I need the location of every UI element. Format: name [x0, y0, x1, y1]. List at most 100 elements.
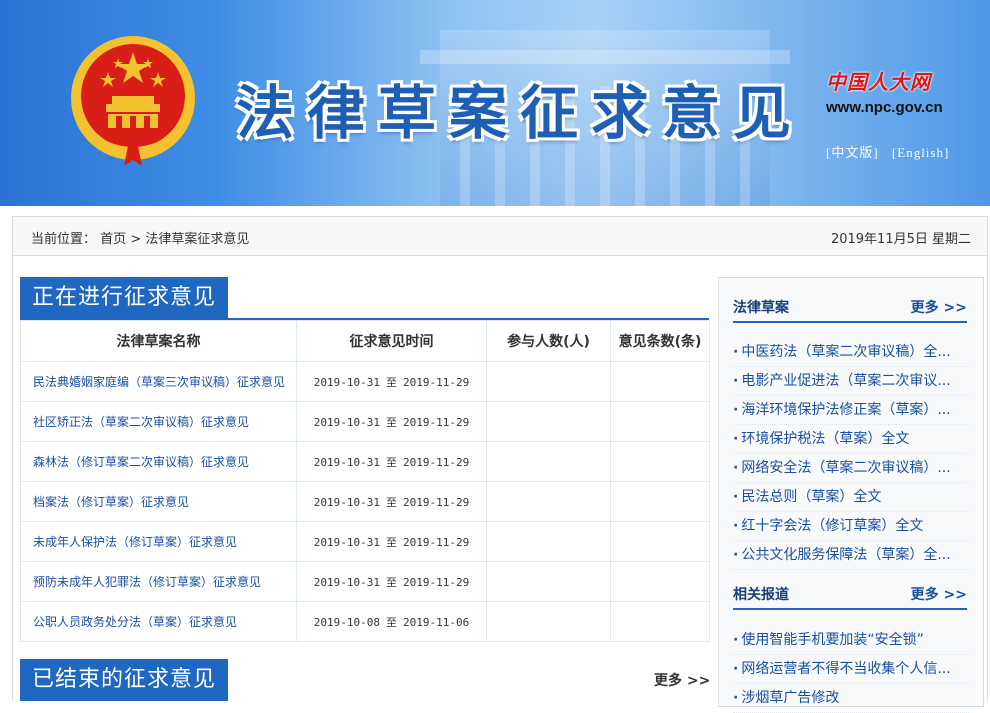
npc-logo[interactable]: 中国人大网 www.npc.gov.cn [826, 66, 966, 116]
current-date: 2019年11月5日 星期二 [830, 232, 971, 247]
end-date: 2019-11-29 [403, 455, 470, 469]
ongoing-drafts-table: 法律草案名称 征求意见时间 参与人数(人) 意见条数(条) 民法典婚姻家庭编（草… [20, 320, 710, 642]
comment-period: 2019-10-31 至 2019-11-29 [296, 361, 487, 402]
to-label: 至 [386, 535, 397, 549]
start-date: 2019-10-31 [313, 495, 380, 509]
ongoing-section-title: 正在进行征求意见 [20, 277, 229, 319]
npc-logo-text: 中国人大网 [826, 70, 931, 94]
table-row: 民法典婚姻家庭编（草案三次审议稿）征求意见 2019-10-31 至 2019-11… [20, 361, 710, 402]
breadcrumb-current: 法律草案征求意见 [145, 232, 250, 247]
end-date: 2019-11-06 [403, 615, 470, 629]
participants-cell [486, 481, 611, 522]
start-date: 2019-10-31 [313, 535, 380, 549]
ended-section-title: 已结束的征求意见 [20, 659, 229, 701]
comment-period: 2019-10-31 至 2019-11-29 [296, 401, 487, 442]
sidebar: 法律草案 更多 >> 中医药法（草案二次审议稿）全... 电影产业促进法（草案二… [718, 277, 984, 713]
comment-period: 2019-10-31 至 2019-11-29 [296, 561, 487, 602]
to-label: 至 [386, 375, 397, 389]
page-banner-title: 法律草案征求意见 [236, 79, 805, 147]
table-header-row: 法律草案名称 征求意见时间 参与人数(人) 意见条数(条) [20, 320, 710, 362]
list-item[interactable]: 使用智能手机要加装“安全锁” [733, 626, 969, 655]
reports-panel-header: 相关报道 更多 >> [733, 584, 967, 610]
list-item[interactable]: 网络安全法（草案二次审议稿）... [733, 454, 969, 483]
end-date: 2019-11-29 [403, 495, 470, 509]
participants-cell [486, 521, 611, 562]
to-label: 至 [386, 455, 397, 469]
start-date: 2019-10-31 [313, 455, 380, 469]
table-row: 公职人员政务处分法（草案）征求意见 2019-10-08 至 2019-11-06 [20, 601, 710, 642]
breadcrumb-home-link[interactable]: 首页 [100, 232, 126, 247]
draft-name-link[interactable]: 森林法（修订草案二次审议稿）征求意见 [20, 441, 297, 482]
draft-name-link[interactable]: 公职人员政务处分法（草案）征求意见 [20, 601, 297, 642]
participants-cell [486, 561, 611, 602]
draft-name-link[interactable]: 档案法（修订草案）征求意见 [20, 481, 297, 522]
list-item[interactable]: 红十字会法（修订草案）全文 [733, 512, 969, 541]
participants-cell [486, 441, 611, 482]
reports-more-link[interactable]: 更多 >> [911, 584, 967, 604]
table-row: 预防未成年人犯罪法（修订草案）征求意见 2019-10-31 至 2019-11-2… [20, 561, 710, 602]
participants-cell [486, 361, 611, 402]
reports-panel-title: 相关报道 [733, 587, 789, 603]
draft-name-link[interactable]: 社区矫正法（草案二次审议稿）征求意见 [20, 401, 297, 442]
start-date: 2019-10-31 [313, 575, 380, 589]
comments-cell [610, 601, 710, 642]
draft-name-link[interactable]: 预防未成年人犯罪法（修订草案）征求意见 [20, 561, 297, 602]
start-date: 2019-10-08 [313, 615, 380, 629]
comment-period: 2019-10-31 至 2019-11-29 [296, 481, 487, 522]
breadcrumb-prefix: 当前位置： [31, 232, 97, 247]
start-date: 2019-10-31 [313, 415, 380, 429]
participants-cell [486, 601, 611, 642]
list-item[interactable]: 涉烟草广告修改 [733, 684, 969, 713]
table-row: 森林法（修订草案二次审议稿）征求意见 2019-10-31 至 2019-11-29 [20, 441, 710, 482]
npc-url: www.npc.gov.cn [826, 99, 943, 116]
list-item[interactable]: 电影产业促进法（草案二次审议... [733, 367, 969, 396]
draft-name-link[interactable]: 民法典婚姻家庭编（草案三次审议稿）征求意见 [20, 361, 297, 402]
breadcrumb-bar: 当前位置： 首页 > 法律草案征求意见 2019年11月5日 星期二 [12, 216, 988, 256]
lang-chinese-link[interactable]: [中文版] [826, 145, 879, 160]
language-switch: [中文版] [English] [826, 142, 959, 161]
breadcrumb-separator: > [130, 232, 142, 247]
start-date: 2019-10-31 [313, 375, 380, 389]
column-header-participants: 参与人数(人) [486, 320, 611, 362]
table-row: 社区矫正法（草案二次审议稿）征求意见 2019-10-31 至 2019-11-29 [20, 401, 710, 442]
table-row: 未成年人保护法（修订草案）征求意见 2019-10-31 至 2019-11-29 [20, 521, 710, 562]
column-header-time: 征求意见时间 [296, 320, 487, 362]
drafts-list: 中医药法（草案二次审议稿）全... 电影产业促进法（草案二次审议... 海洋环境… [733, 338, 969, 570]
list-item[interactable]: 民法总则（草案）全文 [733, 483, 969, 512]
participants-cell [486, 401, 611, 442]
list-item[interactable]: 环境保护税法（草案）全文 [733, 425, 969, 454]
comments-cell [610, 361, 710, 402]
comments-cell [610, 561, 710, 602]
comments-cell [610, 481, 710, 522]
comment-period: 2019-10-31 至 2019-11-29 [296, 521, 487, 562]
drafts-more-link[interactable]: 更多 >> [911, 297, 967, 317]
to-label: 至 [386, 575, 397, 589]
column-header-comments: 意见条数(条) [610, 320, 710, 362]
list-item[interactable]: 中医药法（草案二次审议稿）全... [733, 338, 969, 367]
comments-cell [610, 441, 710, 482]
drafts-panel-header: 法律草案 更多 >> [733, 297, 967, 323]
comment-period: 2019-10-08 至 2019-11-06 [296, 601, 487, 642]
lang-english-link[interactable]: [English] [892, 145, 949, 160]
comment-period: 2019-10-31 至 2019-11-29 [296, 441, 487, 482]
list-item[interactable]: 海洋环境保护法修正案（草案）... [733, 396, 969, 425]
column-header-name: 法律草案名称 [20, 320, 297, 362]
end-date: 2019-11-29 [403, 375, 470, 389]
comments-cell [610, 401, 710, 442]
draft-name-link[interactable]: 未成年人保护法（修订草案）征求意见 [20, 521, 297, 562]
list-item[interactable]: 网络运营者不得不当收集个人信... [733, 655, 969, 684]
ended-more-link[interactable]: 更多 >> [654, 670, 710, 690]
end-date: 2019-11-29 [403, 535, 470, 549]
end-date: 2019-11-29 [403, 575, 470, 589]
end-date: 2019-11-29 [403, 415, 470, 429]
to-label: 至 [386, 415, 397, 429]
breadcrumb: 当前位置： 首页 > 法律草案征求意见 [31, 228, 249, 247]
national-emblem-icon [71, 36, 195, 166]
table-row: 档案法（修订草案）征求意见 2019-10-31 至 2019-11-29 [20, 481, 710, 522]
header-banner: 法律草案征求意见 中国人大网 www.npc.gov.cn [中文版] [Eng… [0, 0, 990, 206]
comments-cell [610, 521, 710, 562]
list-item[interactable]: 公共文化服务保障法（草案）全... [733, 541, 969, 570]
to-label: 至 [386, 615, 397, 629]
to-label: 至 [386, 495, 397, 509]
drafts-panel-title: 法律草案 [733, 300, 789, 316]
